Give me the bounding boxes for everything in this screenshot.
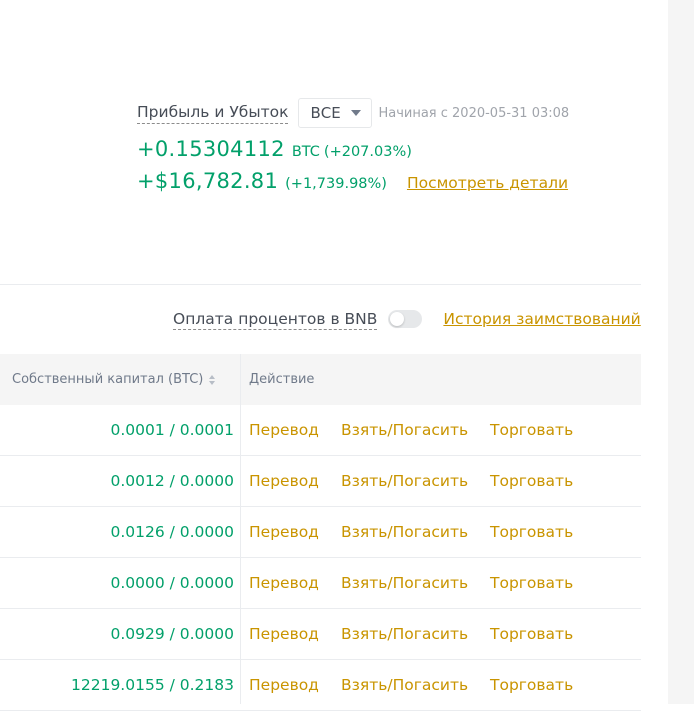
- equity-value: 0.0929 / 0.0000: [110, 625, 234, 643]
- pnl-btc-percent: (+207.03%): [323, 144, 412, 160]
- transfer-link[interactable]: Перевод: [249, 660, 319, 710]
- table-row: 0.0001 / 0.0001 Перевод Взять/Погасить Т…: [0, 405, 641, 456]
- borrow-repay-link[interactable]: Взять/Погасить: [341, 507, 468, 557]
- pnl-since-date: Начиная с 2020-05-31 03:08: [378, 105, 570, 121]
- transfer-link[interactable]: Перевод: [249, 405, 319, 455]
- column-header-equity-label: Собственный капитал (BTC): [12, 372, 204, 387]
- table-row: 0.0929 / 0.0000 Перевод Взять/Погасить Т…: [0, 609, 641, 660]
- table-row: 0.0000 / 0.0000 Перевод Взять/Погасить Т…: [0, 558, 641, 609]
- equity-value: 0.0000 / 0.0000: [110, 574, 234, 592]
- transfer-link[interactable]: Перевод: [249, 609, 319, 659]
- table-header: Собственный капитал (BTC) Действие: [0, 354, 641, 405]
- borrow-repay-link[interactable]: Взять/Погасить: [341, 456, 468, 506]
- toggle-knob: [390, 312, 405, 326]
- bnb-interest-toggle[interactable]: [388, 310, 423, 328]
- transfer-link[interactable]: Перевод: [249, 507, 319, 557]
- view-details-link[interactable]: Посмотреть детали: [407, 174, 568, 192]
- equity-value: 12219.0155 / 0.2183: [71, 676, 234, 694]
- pnl-btc-unit: BTC: [291, 144, 320, 160]
- borrow-repay-link[interactable]: Взять/Погасить: [341, 405, 468, 455]
- pnl-usd-percent: (+1,739.98%): [285, 176, 387, 192]
- bnb-interest-label: Оплата процентов в BNB: [173, 309, 378, 330]
- borrow-repay-link[interactable]: Взять/Погасить: [341, 558, 468, 608]
- table-row: 12219.0155 / 0.2183 Перевод Взять/Погаси…: [0, 660, 641, 711]
- equity-value: 0.0126 / 0.0000: [110, 523, 234, 541]
- pnl-btc-value: +0.15304112: [137, 137, 285, 161]
- trade-link[interactable]: Торговать: [490, 660, 573, 710]
- column-header-equity[interactable]: Собственный капитал (BTC): [12, 354, 216, 405]
- table-row: 0.0012 / 0.0000 Перевод Взять/Погасить Т…: [0, 456, 641, 507]
- borrow-repay-link[interactable]: Взять/Погасить: [341, 609, 468, 659]
- trade-link[interactable]: Торговать: [490, 456, 573, 506]
- equity-value: 0.0012 / 0.0000: [110, 472, 234, 490]
- equity-value: 0.0001 / 0.0001: [110, 421, 234, 439]
- trade-link[interactable]: Торговать: [490, 558, 573, 608]
- caret-down-icon: [351, 110, 362, 116]
- pnl-label: Прибыль и Убыток: [137, 102, 289, 124]
- bnb-interest-row: Оплата процентов в BNB История заимствов…: [173, 306, 641, 332]
- transfer-link[interactable]: Перевод: [249, 456, 319, 506]
- pnl-filter-select[interactable]: ВСЕ: [298, 98, 373, 128]
- pnl-usd-line: +$16,782.81 (+1,739.98%) Посмотреть дета…: [137, 169, 568, 193]
- pnl-filter-value: ВСЕ: [310, 104, 341, 122]
- trade-link[interactable]: Торговать: [490, 507, 573, 557]
- borrow-repay-link[interactable]: Взять/Погасить: [341, 660, 468, 710]
- trade-link[interactable]: Торговать: [490, 405, 573, 455]
- trade-link[interactable]: Торговать: [490, 609, 573, 659]
- section-divider: [0, 284, 641, 285]
- borrow-history-link[interactable]: История заимствований: [443, 310, 640, 328]
- table-row: 0.0126 / 0.0000 Перевод Взять/Погасить Т…: [0, 507, 641, 558]
- column-header-action: Действие: [249, 372, 315, 387]
- pnl-usd-value: +$16,782.81: [137, 169, 279, 193]
- pnl-header: Прибыль и Убыток ВСЕ Начиная с 2020-05-3…: [137, 98, 569, 128]
- transfer-link[interactable]: Перевод: [249, 558, 319, 608]
- right-gutter: [668, 0, 694, 704]
- sort-icon: [209, 374, 216, 385]
- pnl-btc-line: +0.15304112 BTC (+207.03%): [137, 137, 412, 161]
